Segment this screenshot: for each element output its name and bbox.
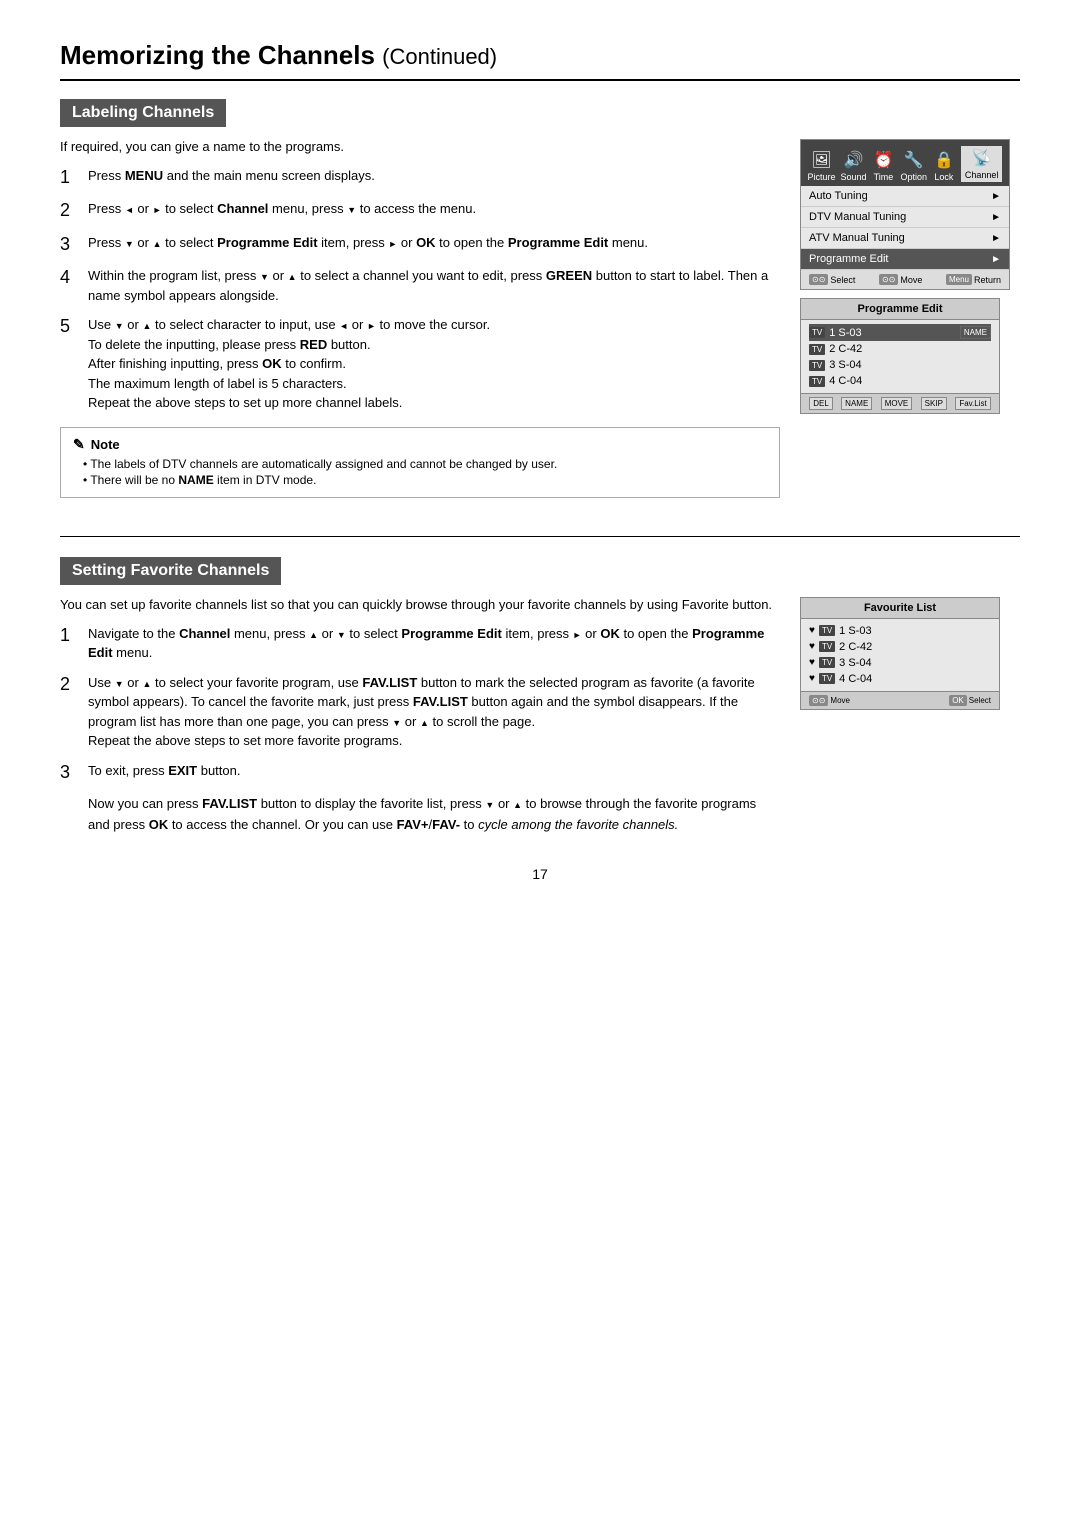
setting-fav-section: Setting Favorite Channels You can set up… bbox=[60, 557, 1020, 836]
menu-icon-option: 🔧 Option bbox=[900, 150, 927, 182]
fav-step-3-text: To exit, press EXIT button. bbox=[88, 761, 240, 781]
fav-item-1: ♥ TV 1 S-03 bbox=[809, 623, 991, 639]
heart-icon-1: ♥ bbox=[809, 625, 815, 636]
menu-panel: 🖼 Picture 🔊 Sound ⏰ Time 🔧 Option bbox=[800, 139, 1010, 290]
labeling-left: If required, you can give a name to the … bbox=[60, 139, 780, 512]
fav-steps: 1 Navigate to the Channel menu, press or… bbox=[60, 624, 780, 784]
labeling-right: 🖼 Picture 🔊 Sound ⏰ Time 🔧 Option bbox=[800, 139, 1020, 512]
title-suffix: (Continued) bbox=[382, 44, 497, 69]
menu-icon-sound: 🔊 Sound bbox=[840, 150, 866, 182]
fav-step-1: 1 Navigate to the Channel menu, press or… bbox=[60, 624, 780, 663]
prog-btn-favlist: Fav.List bbox=[955, 397, 990, 410]
prog-btn-move: MOVE bbox=[881, 397, 913, 410]
menu-icon-time: ⏰ Time bbox=[871, 150, 895, 182]
prog-item-2: TV 2 C-42 bbox=[809, 341, 991, 357]
fav-step-1-text: Navigate to the Channel menu, press or t… bbox=[88, 624, 780, 663]
step-5: 5 Use or to select character to input, u… bbox=[60, 315, 780, 413]
step-3: 3 Press or to select Programme Edit item… bbox=[60, 233, 780, 256]
page-title: Memorizing the Channels (Continued) bbox=[60, 40, 1020, 81]
menu-icon-picture: 🖼 Picture bbox=[807, 150, 835, 182]
setting-fav-header: Setting Favorite Channels bbox=[60, 557, 281, 585]
setting-fav-right: Favourite List ♥ TV 1 S-03 ♥ TV 2 C-42 ♥ bbox=[800, 597, 1020, 836]
note-item-1: • The labels of DTV channels are automat… bbox=[83, 457, 767, 471]
labeling-header: Labeling Channels bbox=[60, 99, 226, 127]
step-2-num: 2 bbox=[60, 199, 78, 222]
step-1-text: Press MENU and the main menu screen disp… bbox=[88, 166, 375, 186]
menu-icon-lock: 🔒 Lock bbox=[932, 150, 956, 182]
fav-item-3: ♥ TV 3 S-04 bbox=[809, 655, 991, 671]
prog-btn-del: DEL bbox=[809, 397, 833, 410]
fav-item-4: ♥ TV 4 C-04 bbox=[809, 671, 991, 687]
menu-entry-autotuning: Auto Tuning ► bbox=[801, 186, 1009, 207]
menu-entry-progedit: Programme Edit ► bbox=[801, 249, 1009, 270]
prog-list: TV 1 S-03 NAME TV 2 C-42 TV 3 S-04 TV bbox=[801, 320, 999, 393]
menu-entry-dtv: DTV Manual Tuning ► bbox=[801, 207, 1009, 228]
labeling-steps: 1 Press MENU and the main menu screen di… bbox=[60, 166, 780, 413]
prog-item-3: TV 3 S-04 bbox=[809, 357, 991, 373]
fav-footer-select: OK Select bbox=[949, 695, 991, 706]
setting-fav-intro: You can set up favorite channels list so… bbox=[60, 597, 780, 612]
step-4: 4 Within the program list, press or to s… bbox=[60, 266, 780, 305]
step-4-text: Within the program list, press or to sel… bbox=[88, 266, 780, 305]
step-5-text: Use or to select character to input, use… bbox=[88, 315, 490, 413]
step-2: 2 Press or to select Channel menu, press… bbox=[60, 199, 780, 222]
fav-footer-move: ⊙⊙ Move bbox=[809, 695, 850, 706]
fav-item-2: ♥ TV 2 C-42 bbox=[809, 639, 991, 655]
fav-extra-text: Now you can press FAV.LIST button to dis… bbox=[88, 794, 780, 836]
prog-panel-title: Programme Edit bbox=[801, 299, 999, 320]
heart-icon-2: ♥ bbox=[809, 641, 815, 652]
fav-panel-title: Favourite List bbox=[801, 598, 999, 619]
heart-icon-4: ♥ bbox=[809, 673, 815, 684]
fav-step-2-text: Use or to select your favorite program, … bbox=[88, 673, 780, 751]
menu-icons-row: 🖼 Picture 🔊 Sound ⏰ Time 🔧 Option bbox=[801, 140, 1009, 186]
prog-item-1: TV 1 S-03 NAME bbox=[809, 324, 991, 341]
note-title: ✎ Note bbox=[73, 436, 767, 453]
prog-btn-name: NAME bbox=[841, 397, 872, 410]
note-box: ✎ Note • The labels of DTV channels are … bbox=[60, 427, 780, 498]
step-2-text: Press or to select Channel menu, press t… bbox=[88, 199, 476, 219]
prog-footer: DEL NAME MOVE SKIP Fav.List bbox=[801, 393, 999, 413]
labeling-section: Labeling Channels If required, you can g… bbox=[60, 99, 1020, 512]
note-item-2: • There will be no NAME item in DTV mode… bbox=[83, 473, 767, 487]
fav-footer: ⊙⊙ Move OK Select bbox=[801, 691, 999, 709]
fav-panel: Favourite List ♥ TV 1 S-03 ♥ TV 2 C-42 ♥ bbox=[800, 597, 1000, 710]
fav-step-3-num: 3 bbox=[60, 761, 78, 784]
fav-list: ♥ TV 1 S-03 ♥ TV 2 C-42 ♥ TV 3 S-04 bbox=[801, 619, 999, 691]
menu-icon-channel: 📡 Channel bbox=[961, 146, 1003, 182]
labeling-intro: If required, you can give a name to the … bbox=[60, 139, 780, 154]
step-1: 1 Press MENU and the main menu screen di… bbox=[60, 166, 780, 189]
section-divider bbox=[60, 536, 1020, 537]
menu-entry-atv: ATV Manual Tuning ► bbox=[801, 228, 1009, 249]
footer-select: ⊙⊙ Select bbox=[809, 274, 855, 285]
footer-move: ⊙⊙ Move bbox=[879, 274, 922, 285]
step-3-text: Press or to select Programme Edit item, … bbox=[88, 233, 648, 253]
setting-fav-left: You can set up favorite channels list so… bbox=[60, 597, 780, 836]
step-3-num: 3 bbox=[60, 233, 78, 256]
page-number: 17 bbox=[60, 866, 1020, 882]
heart-icon-3: ♥ bbox=[809, 657, 815, 668]
fav-step-2-num: 2 bbox=[60, 673, 78, 696]
menu-entries: Auto Tuning ► DTV Manual Tuning ► ATV Ma… bbox=[801, 186, 1009, 270]
fav-step-3: 3 To exit, press EXIT button. bbox=[60, 761, 780, 784]
step-5-num: 5 bbox=[60, 315, 78, 338]
footer-return: Menu Return bbox=[946, 274, 1001, 285]
prog-item-4: TV 4 C-04 bbox=[809, 373, 991, 389]
menu-footer: ⊙⊙ Select ⊙⊙ Move Menu Return bbox=[801, 270, 1009, 289]
fav-step-2: 2 Use or to select your favorite program… bbox=[60, 673, 780, 751]
step-1-num: 1 bbox=[60, 166, 78, 189]
fav-step-1-num: 1 bbox=[60, 624, 78, 647]
prog-btn-skip: SKIP bbox=[921, 397, 947, 410]
note-icon: ✎ bbox=[73, 436, 85, 453]
prog-panel: Programme Edit TV 1 S-03 NAME TV 2 C-42 … bbox=[800, 298, 1000, 414]
step-4-num: 4 bbox=[60, 266, 78, 289]
